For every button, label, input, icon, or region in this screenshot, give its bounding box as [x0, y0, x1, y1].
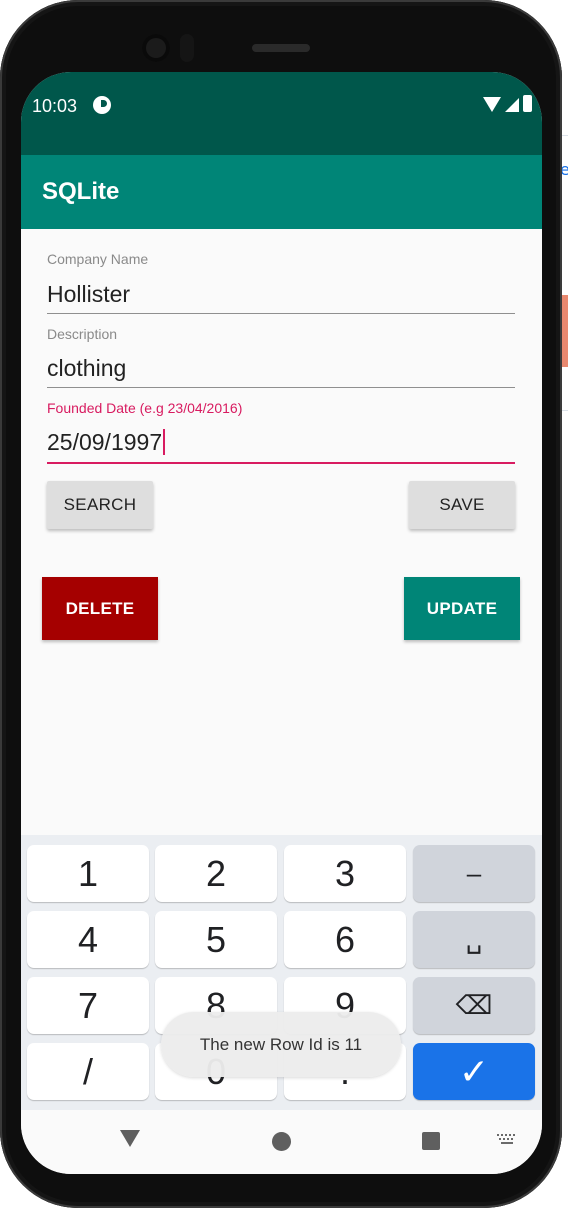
back-icon[interactable] [120, 1130, 140, 1147]
navigation-bar [21, 1110, 542, 1174]
save-button[interactable]: SAVE [409, 481, 515, 529]
founded-date-input[interactable]: 25/09/1997 [47, 429, 166, 456]
key-3[interactable]: 3 [284, 845, 406, 902]
key-5[interactable]: 5 [155, 911, 277, 968]
search-button[interactable]: SEARCH [47, 481, 153, 529]
status-time: 10:03 [32, 96, 78, 116]
description-input[interactable]: clothing [47, 355, 126, 382]
earpiece-speaker [252, 44, 310, 52]
toast-message: The new Row Id is 11 [161, 1012, 401, 1077]
key-7[interactable]: 7 [27, 977, 149, 1034]
key-1[interactable]: 1 [27, 845, 149, 902]
company-name-label: Company Name [47, 251, 149, 267]
key-space[interactable]: ␣ [413, 911, 535, 968]
company-name-input[interactable]: Hollister [47, 281, 130, 308]
system-icons [483, 94, 532, 112]
home-icon[interactable] [272, 1132, 291, 1151]
enter-key[interactable]: ✓ [413, 1043, 535, 1100]
app-bar: SQLite [21, 155, 542, 229]
screen: 10:03 SQLite Company Name Hollister Desc… [21, 72, 542, 1174]
recents-icon[interactable] [422, 1132, 440, 1150]
update-button[interactable]: UPDATE [404, 577, 520, 640]
key-6[interactable]: 6 [284, 911, 406, 968]
notification-icon [93, 96, 111, 114]
description-underline [47, 387, 515, 388]
key-slash[interactable]: / [27, 1043, 149, 1100]
front-camera [142, 34, 170, 62]
founded-date-value: 25/09/1997 [47, 429, 163, 455]
signal-icon [505, 98, 519, 112]
keyboard-switch-icon[interactable] [497, 1134, 517, 1146]
key-2[interactable]: 2 [155, 845, 277, 902]
app-title: SQLite [42, 178, 120, 205]
founded-date-underline [47, 462, 515, 464]
description-label: Description [47, 326, 118, 342]
key-minus[interactable]: – [413, 845, 535, 902]
phone-frame: 10:03 SQLite Company Name Hollister Desc… [0, 0, 562, 1208]
battery-icon [523, 95, 532, 112]
status-bar: 10:03 [21, 72, 542, 155]
text-cursor [163, 429, 166, 455]
founded-date-label: Founded Date (e.g 23/04/2016) [47, 400, 243, 416]
camera-sensor [180, 34, 194, 62]
backspace-key[interactable]: ⌫ [413, 977, 535, 1034]
company-name-underline [47, 313, 515, 314]
wifi-icon [483, 97, 501, 112]
key-4[interactable]: 4 [27, 911, 149, 968]
background-accent [561, 295, 568, 367]
delete-button[interactable]: DELETE [42, 577, 158, 640]
